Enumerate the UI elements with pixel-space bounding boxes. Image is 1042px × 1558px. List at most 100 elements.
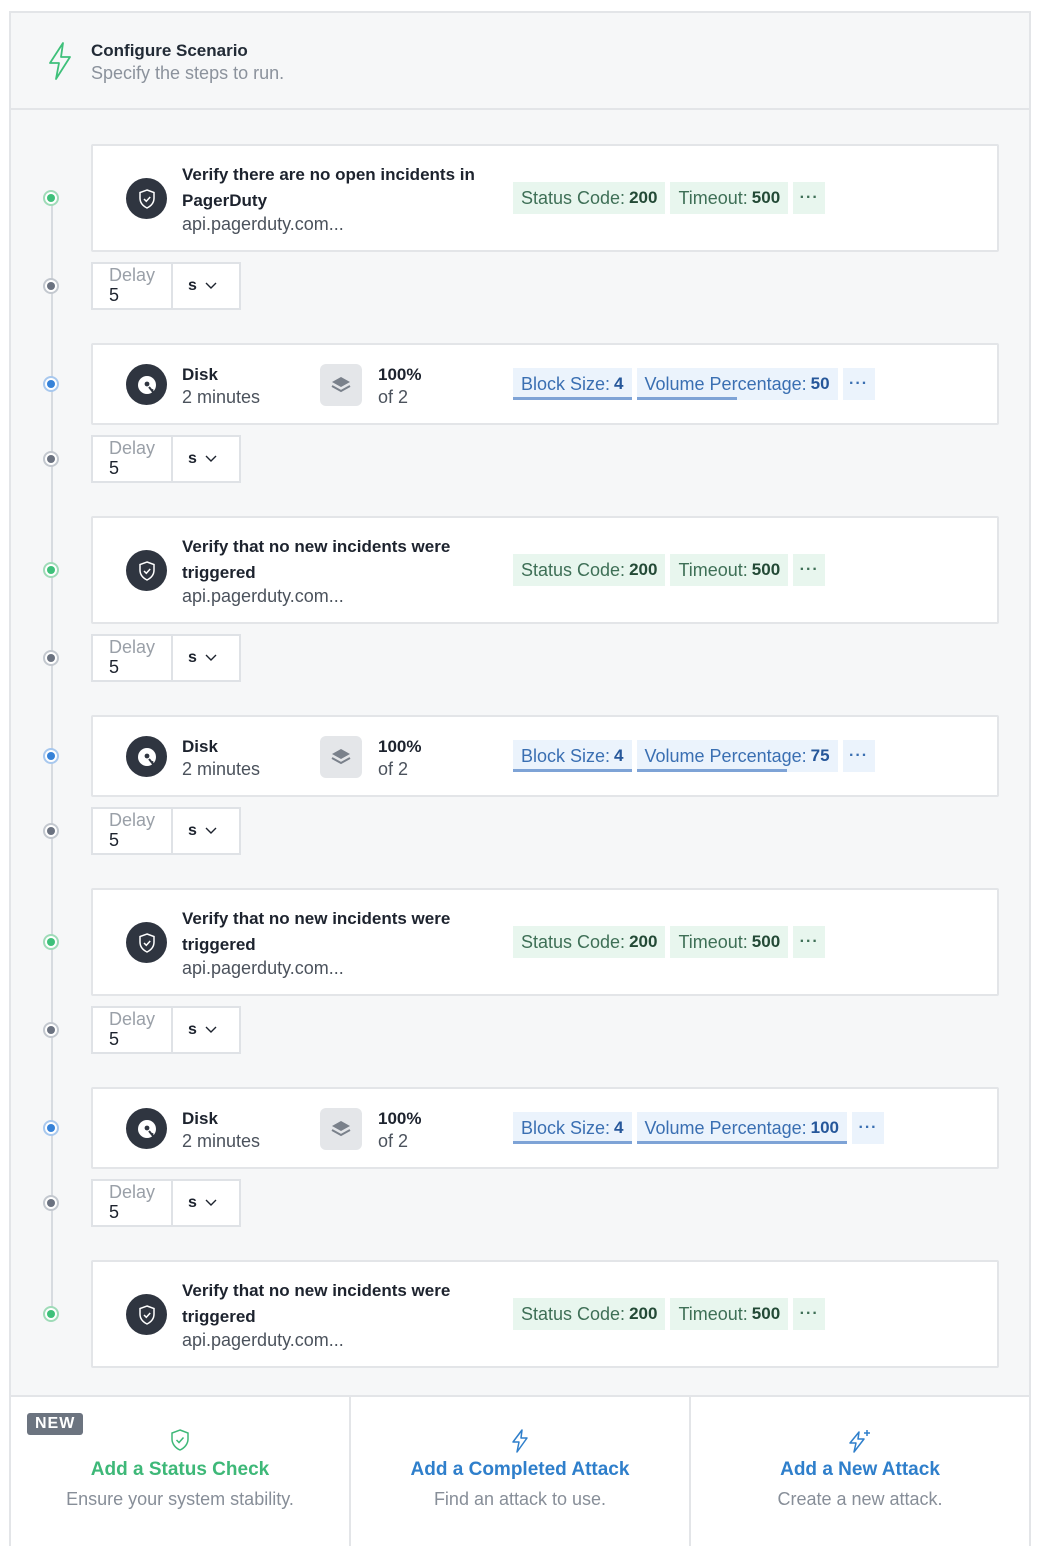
parameter-label: Timeout:	[678, 559, 748, 580]
parameter-chip[interactable]: Block Size: 4	[513, 740, 632, 772]
bolt-icon	[512, 1429, 528, 1453]
chevron-down-icon	[205, 455, 217, 462]
delay-step-dot	[43, 650, 59, 666]
parameter-chip[interactable]: Timeout: 500	[670, 926, 789, 958]
delay-input-group: Delay 5 s	[91, 435, 241, 483]
parameter-chip[interactable]: Timeout: 500	[670, 182, 789, 214]
delay-unit-select[interactable]: s	[173, 1008, 239, 1052]
parameter-chip[interactable]: Volume Percentage: 50	[636, 368, 838, 400]
delay-input[interactable]: Delay 5	[93, 437, 173, 481]
add-new-attack-button[interactable]: Add a New Attack Create a new attack.	[691, 1397, 1029, 1546]
add-status-check-subtitle: Ensure your system stability.	[66, 1489, 294, 1509]
status-check-step-card[interactable]: Verify that no new incidents were trigge…	[91, 888, 999, 996]
delay-value: 5	[109, 1029, 120, 1049]
parameter-value: 200	[629, 560, 658, 579]
delay-label: Delay	[109, 1182, 156, 1202]
delay-unit-value: s	[188, 649, 197, 666]
disk-icon	[137, 747, 156, 766]
more-options-button[interactable]: ···	[793, 1298, 826, 1330]
delay-unit-select[interactable]: s	[173, 636, 239, 680]
parameter-fill-bar	[636, 1141, 847, 1144]
parameter-chip[interactable]: Status Code: 200	[513, 554, 666, 586]
delay-unit-select[interactable]: s	[173, 437, 239, 481]
parameter-chip[interactable]: Timeout: 500	[670, 554, 789, 586]
parameter-value: 200	[629, 188, 658, 207]
add-new-attack-subtitle: Create a new attack.	[777, 1489, 943, 1509]
parameter-value: 4	[614, 374, 624, 393]
status-check-badge	[126, 922, 167, 963]
parameter-chip[interactable]: Volume Percentage: 100	[636, 1112, 847, 1144]
delay-label: Delay	[109, 637, 156, 657]
chevron-down-icon	[205, 1026, 217, 1033]
attack-duration: 2 minutes	[182, 1131, 261, 1151]
delay-unit-value: s	[188, 1021, 197, 1038]
delay-input-group: Delay 5 s	[91, 1006, 241, 1054]
delay-value: 5	[109, 285, 120, 305]
attack-step-card[interactable]: Disk 2 minutes 100% of 2 Block Size: 4 Volume …	[91, 343, 999, 425]
delay-label: Delay	[109, 1009, 156, 1029]
parameter-chip[interactable]: Block Size: 4	[513, 368, 632, 400]
scenario-panel: Configure Scenario Specify the steps to …	[9, 11, 1031, 1546]
parameter-value: 4	[614, 746, 624, 765]
page-title: Configure Scenario	[91, 41, 248, 60]
delay-label: Delay	[109, 810, 156, 830]
parameter-label: Volume Percentage:	[644, 745, 807, 766]
more-options-button[interactable]: ···	[793, 182, 826, 214]
parameter-chip[interactable]: Status Code: 200	[513, 182, 666, 214]
more-options-button[interactable]: ···	[842, 740, 875, 772]
parameter-value: 500	[751, 932, 781, 951]
delay-value: 5	[109, 1202, 120, 1222]
delay-input[interactable]: Delay 5	[93, 636, 173, 680]
delay-input[interactable]: Delay 5	[93, 809, 173, 853]
add-status-check-title: Add a Status Check	[90, 1459, 270, 1480]
shield-icon	[138, 188, 155, 209]
step-title: Verify that no new incidents were trigge…	[182, 1281, 451, 1326]
target-layers-button[interactable]	[320, 1108, 362, 1150]
more-options-button[interactable]: ···	[842, 368, 875, 400]
step-parameters: Status Code: 200 Timeout: 500 ···	[513, 182, 826, 214]
status-check-step-card[interactable]: Verify that no new incidents were trigge…	[91, 516, 999, 624]
parameter-value: 500	[751, 1304, 781, 1323]
delay-input-group: Delay 5 s	[91, 262, 241, 310]
layers-icon	[331, 749, 351, 765]
delay-step-dot	[43, 1022, 59, 1038]
delay-input[interactable]: Delay 5	[93, 1008, 173, 1052]
delay-unit-select[interactable]: s	[173, 809, 239, 853]
more-options-button[interactable]: ···	[852, 1112, 884, 1144]
parameter-chip[interactable]: Status Code: 200	[513, 1298, 666, 1330]
delay-unit-value: s	[188, 277, 197, 294]
parameter-fill-bar	[513, 1141, 632, 1144]
add-status-check-button[interactable]: NEW Add a Status Check Ensure your syste…	[11, 1397, 351, 1546]
status-check-step-card[interactable]: Verify that no new incidents were trigge…	[91, 1260, 999, 1368]
delay-input[interactable]: Delay 5	[93, 264, 173, 308]
target-layers-button[interactable]	[320, 736, 362, 778]
more-options-button[interactable]: ···	[793, 554, 826, 586]
parameter-chip[interactable]: Timeout: 500	[670, 1298, 789, 1330]
attack-step-dot	[43, 748, 59, 764]
parameter-chip[interactable]: Block Size: 4	[513, 1112, 632, 1144]
delay-value: 5	[109, 458, 120, 478]
target-layers-button[interactable]	[320, 364, 362, 406]
more-options-button[interactable]: ···	[793, 926, 826, 958]
attack-duration: 2 minutes	[182, 759, 261, 779]
parameter-chip[interactable]: Volume Percentage: 75	[636, 740, 838, 772]
target-count: of 2	[378, 1131, 409, 1151]
attack-step-card[interactable]: Disk 2 minutes 100% of 2 Block Size: 4 Volume …	[91, 715, 999, 797]
status-check-step-dot	[43, 562, 59, 578]
step-title: Verify there are no open incidents in Pa…	[182, 165, 475, 210]
delay-unit-select[interactable]: s	[173, 1181, 239, 1225]
parameter-chip[interactable]: Status Code: 200	[513, 926, 666, 958]
parameter-fill-bar	[636, 769, 788, 772]
status-check-step-card[interactable]: Verify there are no open incidents in Pa…	[91, 144, 999, 252]
parameter-label: Status Code:	[521, 1303, 626, 1324]
attack-title: Disk	[182, 737, 218, 756]
step-title: Verify that no new incidents were trigge…	[182, 909, 451, 954]
delay-unit-select[interactable]: s	[173, 264, 239, 308]
step-parameters: Status Code: 200 Timeout: 500 ···	[513, 1298, 826, 1330]
delay-input[interactable]: Delay 5	[93, 1181, 173, 1225]
delay-unit-value: s	[188, 822, 197, 839]
attack-step-card[interactable]: Disk 2 minutes 100% of 2 Block Size: 4 Volume …	[91, 1087, 999, 1169]
delay-value: 5	[109, 830, 120, 850]
delay-label: Delay	[109, 265, 156, 285]
add-completed-attack-button[interactable]: Add a Completed Attack Find an attack to…	[351, 1397, 691, 1546]
